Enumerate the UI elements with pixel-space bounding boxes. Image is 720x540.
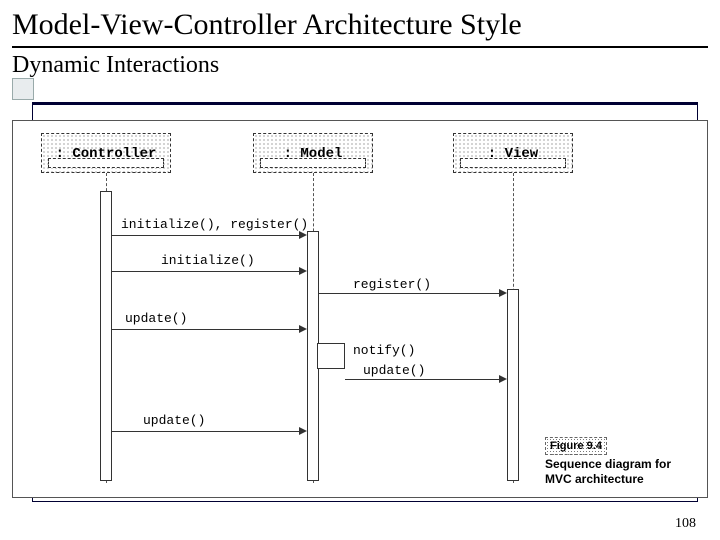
msg-update-1: update() [125, 311, 187, 326]
participant-view: : View [453, 133, 573, 173]
arrow-head-icon [299, 427, 307, 435]
activation-view [507, 289, 519, 481]
arrow-head-icon [299, 325, 307, 333]
msg-update-2: update() [363, 363, 425, 378]
participant-model: : Model [253, 133, 373, 173]
activation-controller [100, 191, 112, 481]
decor-box [12, 78, 34, 100]
arrow-head-icon [499, 289, 507, 297]
figure-number: Figure 9.4 [545, 437, 607, 455]
sequence-diagram: : Controller : Model : View initialize()… [12, 120, 708, 498]
arrow-line [112, 235, 302, 236]
self-call-box [317, 343, 345, 369]
figure-caption: Figure 9.4 Sequence diagram for MVC arch… [545, 436, 693, 487]
decor-dash [48, 158, 164, 168]
arrow-line [112, 329, 302, 330]
participant-controller: : Controller [41, 133, 171, 173]
arrow-head-icon [299, 267, 307, 275]
msg-initialize: initialize() [161, 253, 255, 268]
arrow-line [112, 271, 302, 272]
figure-caption-text: Sequence diagram for MVC architecture [545, 457, 693, 487]
arrow-line [319, 293, 503, 294]
page-number: 108 [675, 516, 696, 532]
msg-notify: notify() [353, 343, 415, 358]
slide-header: Model-View-Controller Architecture Style [0, 0, 720, 44]
msg-register: register() [353, 277, 431, 292]
decor-dash [460, 158, 566, 168]
slide-subtitle: Dynamic Interactions [0, 48, 720, 87]
msg-update-3: update() [143, 413, 205, 428]
decor-dash [260, 158, 366, 168]
msg-initialize-register: initialize(), register() [121, 217, 308, 232]
slide-title: Model-View-Controller Architecture Style [12, 8, 708, 42]
arrow-head-icon [499, 375, 507, 383]
arrow-line [345, 379, 503, 380]
arrow-head-icon [299, 231, 307, 239]
arrow-line [112, 431, 302, 432]
